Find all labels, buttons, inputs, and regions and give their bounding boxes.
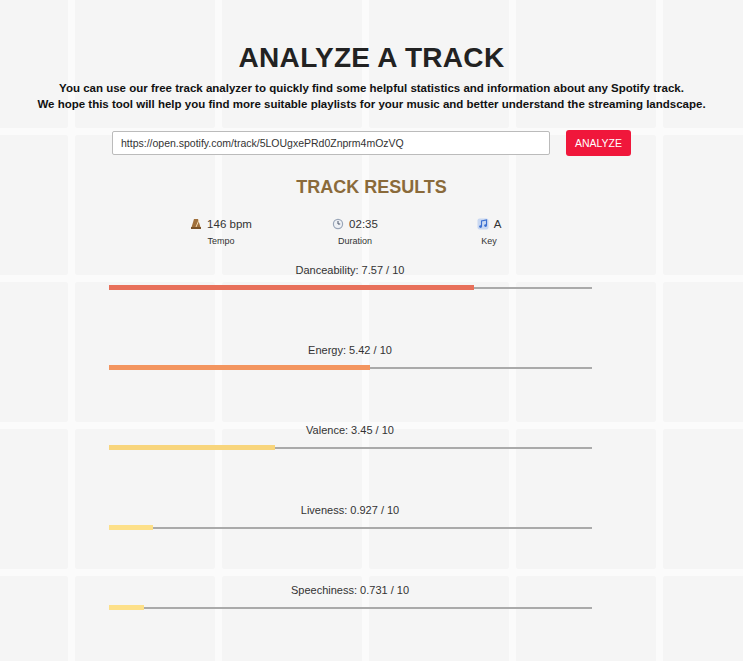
meter-track xyxy=(109,365,592,370)
meter: Danceability: 7.57 / 10 xyxy=(109,262,592,290)
music-note-icon xyxy=(477,218,489,230)
stat-label: Key xyxy=(481,234,497,248)
metronome-icon xyxy=(190,218,202,230)
search-bar: ANALYZE xyxy=(112,130,631,156)
stat-label: Tempo xyxy=(207,234,234,248)
meter-fill xyxy=(109,285,475,290)
meter-track-line xyxy=(109,527,592,529)
stat-value-row: 02:35 xyxy=(332,216,378,232)
meter-label: Energy: 5.42 / 10 xyxy=(109,342,592,358)
meter-label: Valence: 3.45 / 10 xyxy=(109,422,592,438)
meter-fill xyxy=(109,525,154,530)
stat-item: A Key xyxy=(422,216,556,248)
intro-line: You can use our free track analyzer to q… xyxy=(37,80,705,96)
clock-icon xyxy=(332,218,344,230)
stat-value-row: 146 bpm xyxy=(190,216,252,232)
meter: Speechiness: 0.731 / 10 xyxy=(109,582,592,610)
meter: Valence: 3.45 / 10 xyxy=(109,422,592,450)
stat-value-row: A xyxy=(477,216,502,232)
analyzer-panel: ANALYZE A TRACK You can use our free trac… xyxy=(0,0,743,661)
meter-fill xyxy=(109,365,371,370)
stat-label: Duration xyxy=(338,234,372,248)
stat-value: 146 bpm xyxy=(207,216,252,232)
stat-value: A xyxy=(494,216,502,232)
meter-track xyxy=(109,525,592,530)
meter: Liveness: 0.927 / 10 xyxy=(109,502,592,530)
track-stats: 146 bpm Tempo 02:35 Duration A Key xyxy=(154,216,556,248)
meter-label: Speechiness: 0.731 / 10 xyxy=(109,582,592,598)
track-url-input[interactable] xyxy=(112,131,550,155)
meter-list: Danceability: 7.57 / 10 Energy: 5.42 / 10… xyxy=(109,262,592,661)
meter-fill xyxy=(109,605,144,610)
stat-item: 02:35 Duration xyxy=(288,216,422,248)
meter-label: Danceability: 7.57 / 10 xyxy=(109,262,592,278)
meter-track xyxy=(109,285,592,290)
meter-fill xyxy=(109,445,276,450)
intro-line: We hope this tool will help you find mor… xyxy=(37,96,705,112)
analyze-button[interactable]: ANALYZE xyxy=(566,130,631,156)
intro-text: You can use our free track analyzer to q… xyxy=(31,80,711,112)
stat-item: 146 bpm Tempo xyxy=(154,216,288,248)
meter-label: Liveness: 0.927 / 10 xyxy=(109,502,592,518)
meter-track xyxy=(109,605,592,610)
page-title: ANALYZE A TRACK xyxy=(239,42,505,74)
meter-track xyxy=(109,445,592,450)
stat-value: 02:35 xyxy=(349,216,378,232)
results-heading: TRACK RESULTS xyxy=(296,176,447,198)
meter-track-line xyxy=(109,607,592,609)
meter: Energy: 5.42 / 10 xyxy=(109,342,592,370)
